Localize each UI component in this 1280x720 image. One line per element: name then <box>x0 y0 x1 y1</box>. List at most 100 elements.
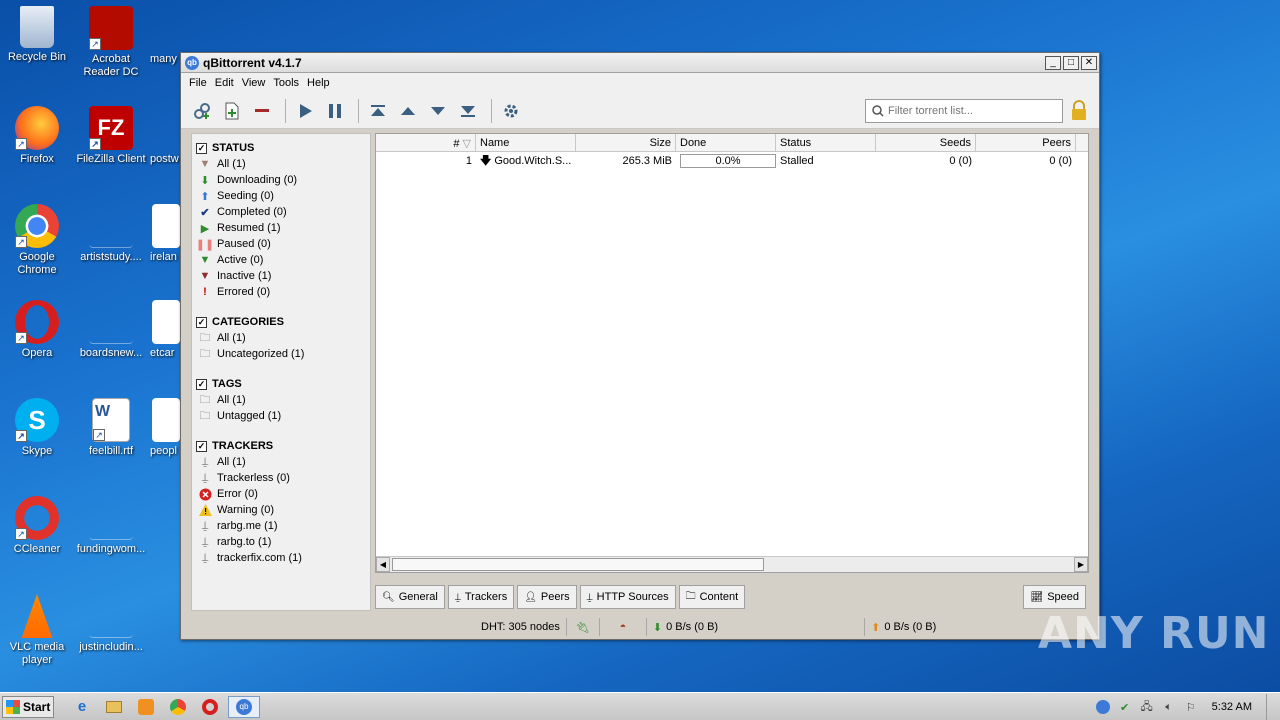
desktop-icon-many[interactable]: many <box>150 6 182 66</box>
column-header-status[interactable]: Status <box>776 134 876 151</box>
tab-content[interactable]: 🗀 Content <box>678 585 746 609</box>
desktop-icon-filezilla[interactable]: FZ ↗ FileZilla Client <box>74 106 148 166</box>
desktop-icon-irelan[interactable]: irelan <box>150 204 182 264</box>
tracker-filter-trackerless[interactable]: ⍊ Trackerless (0) <box>196 470 366 486</box>
upload-speed[interactable]: 0 B/s (0 B) <box>884 621 936 633</box>
menu-tools[interactable]: Tools <box>269 77 303 89</box>
desktop-icon-justincludin[interactable]: justincludin... <box>74 594 148 654</box>
tracker-filter-trackerfix[interactable]: ⍊ trackerfix.com (1) <box>196 550 366 566</box>
desktop-icon-opera[interactable]: ↗ Opera <box>0 300 74 360</box>
desktop-icon-peopl[interactable]: peopl <box>150 398 182 458</box>
start-button[interactable]: Start <box>2 695 54 718</box>
status-filter-completed[interactable]: ✔ Completed (0) <box>196 204 366 220</box>
column-header-name[interactable]: Name <box>476 134 576 151</box>
pause-button[interactable] <box>322 98 348 124</box>
tag-filter-all[interactable]: 🗀 All (1) <box>196 392 366 408</box>
clock[interactable]: 5:32 AM <box>1212 701 1252 713</box>
move-up-button[interactable] <box>395 98 421 124</box>
menu-view[interactable]: View <box>238 77 270 89</box>
desktop-icon-feelbill[interactable]: W ↗ feelbill.rtf <box>74 398 148 458</box>
tab-peers[interactable]: 👤︎ Peers <box>517 585 577 609</box>
desktop-icon-acrobat[interactable]: ↗ Acrobat Reader DC <box>74 6 148 79</box>
desktop-icon-vlc[interactable]: VLC media player <box>0 594 74 667</box>
tray-security-icon[interactable]: ✔ <box>1116 698 1134 716</box>
tray-network-icon[interactable]: 🖧 <box>1138 698 1156 716</box>
tab-general[interactable]: 🔍︎ General <box>375 585 445 609</box>
minimize-button[interactable]: _ <box>1045 55 1061 70</box>
desktop-icon-etcar[interactable]: etcar <box>150 300 182 360</box>
remove-torrent-button[interactable] <box>249 98 275 124</box>
status-filter-active[interactable]: ▼ Active (0) <box>196 252 366 268</box>
checkbox-icon[interactable]: ✓ <box>196 142 207 154</box>
horizontal-scrollbar[interactable]: ◀ ▶ <box>376 556 1088 572</box>
taskbar-explorer[interactable] <box>100 696 128 718</box>
tray-qbittorrent-icon[interactable] <box>1094 698 1112 716</box>
categories-section-header[interactable]: ✓ CATEGORIES <box>196 314 366 330</box>
add-torrent-link-button[interactable] <box>189 98 215 124</box>
download-speed[interactable]: 0 B/s (0 B) <box>666 621 858 633</box>
menu-edit[interactable]: Edit <box>211 77 238 89</box>
menu-help[interactable]: Help <box>303 77 334 89</box>
tag-filter-untagged[interactable]: 🗀 Untagged (1) <box>196 408 366 424</box>
column-header-seeds[interactable]: Seeds <box>876 134 976 151</box>
status-filter-all[interactable]: ▼ All (1) <box>196 156 366 172</box>
column-header-peers[interactable]: Peers <box>976 134 1076 151</box>
scrollbar-thumb[interactable] <box>392 558 764 571</box>
tracker-filter-rarbg-to[interactable]: ⍊ rarbg.to (1) <box>196 534 366 550</box>
status-section-header[interactable]: ✓ STATUS <box>196 140 366 156</box>
lock-icon[interactable] <box>1069 100 1089 125</box>
tray-action-center-icon[interactable]: ⚐ <box>1182 698 1200 716</box>
speed-button[interactable]: 📈︎ Speed <box>1023 585 1086 609</box>
status-filter-resumed[interactable]: ▶ Resumed (1) <box>196 220 366 236</box>
desktop-icon-postw[interactable]: postw <box>150 106 182 166</box>
options-button[interactable] <box>498 98 524 124</box>
tags-section-header[interactable]: ✓ TAGS <box>196 376 366 392</box>
title-bar[interactable]: qb qBittorrent v4.1.7 _ □ ✕ <box>181 53 1099 73</box>
checkbox-icon[interactable]: ✓ <box>196 378 207 390</box>
show-desktop-button[interactable] <box>1266 694 1280 720</box>
add-torrent-file-button[interactable] <box>219 98 245 124</box>
taskbar-ie[interactable]: e <box>68 696 96 718</box>
move-down-button[interactable] <box>425 98 451 124</box>
status-filter-seeding[interactable]: ⬆ Seeding (0) <box>196 188 366 204</box>
status-filter-errored[interactable]: ! Errored (0) <box>196 284 366 300</box>
filter-torrent-input[interactable] <box>888 105 1058 117</box>
tracker-filter-warning[interactable]: Warning (0) <box>196 502 366 518</box>
scroll-left-icon[interactable]: ◀ <box>376 557 390 572</box>
desktop-icon-firefox[interactable]: ↗ Firefox <box>0 106 74 166</box>
trackers-section-header[interactable]: ✓ TRACKERS <box>196 438 366 454</box>
tracker-filter-all[interactable]: ⍊ All (1) <box>196 454 366 470</box>
connection-status-icon[interactable]: 🔌︎ <box>573 621 593 634</box>
menu-file[interactable]: File <box>185 77 211 89</box>
desktop-icon-chrome[interactable]: ↗ Google Chrome <box>0 204 74 277</box>
status-filter-paused[interactable]: ❚❚ Paused (0) <box>196 236 366 252</box>
column-header-size[interactable]: Size <box>576 134 676 151</box>
filter-torrent-box[interactable] <box>865 99 1063 123</box>
category-filter-all[interactable]: 🗀 All (1) <box>196 330 366 346</box>
tray-volume-icon[interactable]: 🔈︎ <box>1160 698 1178 716</box>
taskbar-qbittorrent[interactable]: qb <box>228 695 260 718</box>
table-row[interactable]: 1 🡇 Good.Witch.S... 265.3 MiB 0.0% Stalle… <box>376 152 1088 170</box>
taskbar-media-player[interactable] <box>132 696 160 718</box>
close-button[interactable]: ✕ <box>1081 55 1097 70</box>
desktop-icon-recycle-bin[interactable]: Recycle Bin <box>0 6 74 64</box>
status-filter-inactive[interactable]: ▼ Inactive (1) <box>196 268 366 284</box>
desktop-icon-skype[interactable]: S ↗ Skype <box>0 398 74 458</box>
move-top-button[interactable] <box>365 98 391 124</box>
checkbox-icon[interactable]: ✓ <box>196 316 207 328</box>
category-filter-uncategorized[interactable]: 🗀 Uncategorized (1) <box>196 346 366 362</box>
tracker-filter-error[interactable]: Error (0) <box>196 486 366 502</box>
desktop-icon-ccleaner[interactable]: ↗ CCleaner <box>0 496 74 556</box>
tab-http-sources[interactable]: ⍊ HTTP Sources <box>579 585 676 609</box>
taskbar-opera[interactable] <box>196 696 224 718</box>
move-bottom-button[interactable] <box>455 98 481 124</box>
taskbar-chrome[interactable] <box>164 696 192 718</box>
desktop-icon-fundingwom[interactable]: fundingwom... <box>74 496 148 556</box>
tracker-filter-rarbg-me[interactable]: ⍊ rarbg.me (1) <box>196 518 366 534</box>
resume-button[interactable] <box>292 98 318 124</box>
status-filter-downloading[interactable]: ⬇ Downloading (0) <box>196 172 366 188</box>
column-header-number[interactable]: # ▽ <box>376 134 476 151</box>
checkbox-icon[interactable]: ✓ <box>196 440 207 452</box>
column-header-done[interactable]: Done <box>676 134 776 151</box>
desktop-icon-artiststudy[interactable]: artiststudy.... <box>74 204 148 264</box>
